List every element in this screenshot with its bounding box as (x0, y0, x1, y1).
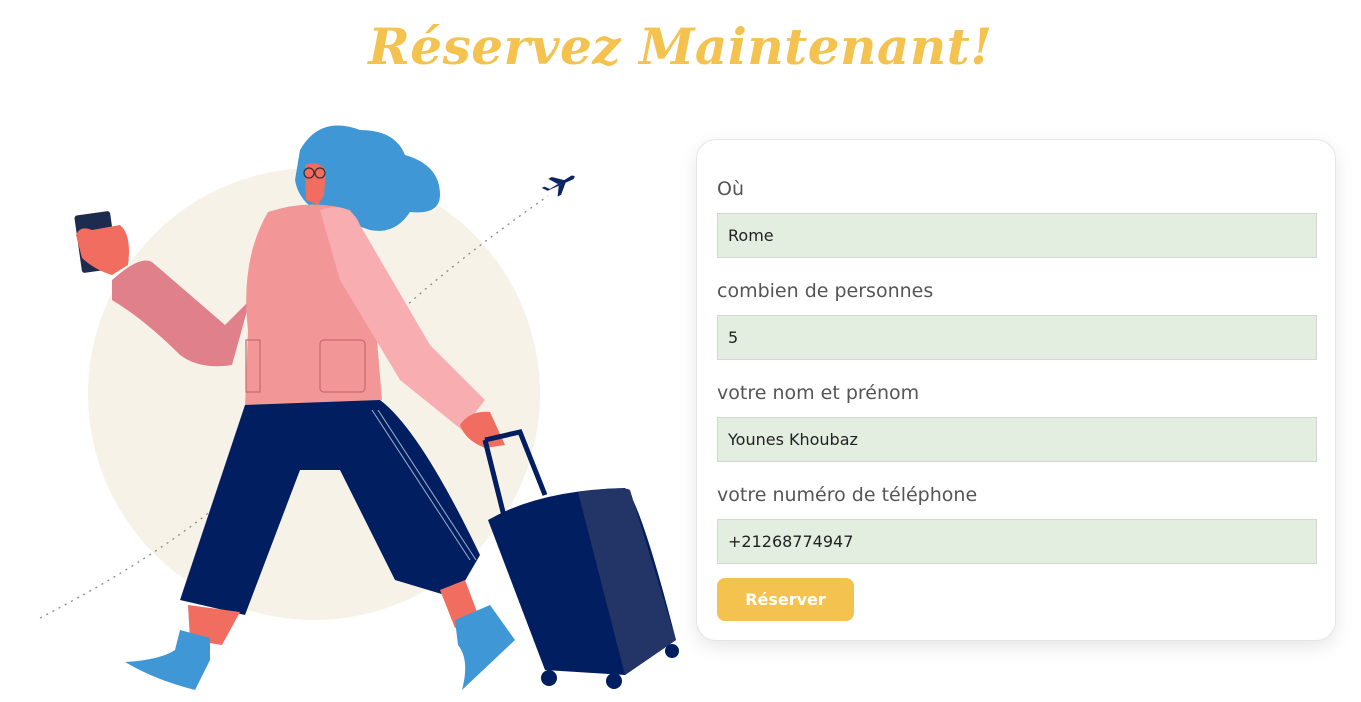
reservation-form: Où combien de personnes votre nom et pré… (696, 139, 1336, 641)
reserve-button[interactable]: Réserver (717, 578, 854, 621)
full-name-label: votre nom et prénom (717, 382, 920, 404)
full-name-input[interactable] (717, 417, 1317, 462)
traveler-illustration (39, 125, 679, 690)
destination-input[interactable] (717, 213, 1317, 258)
phone-label: votre numéro de téléphone (717, 484, 978, 506)
page-title: Réservez Maintenant! (368, 17, 993, 76)
people-count-input[interactable] (717, 315, 1317, 360)
destination-label: Où (717, 178, 744, 200)
people-count-label: combien de personnes (717, 280, 934, 302)
phone-input[interactable] (717, 519, 1317, 564)
airplane-icon (541, 175, 575, 197)
